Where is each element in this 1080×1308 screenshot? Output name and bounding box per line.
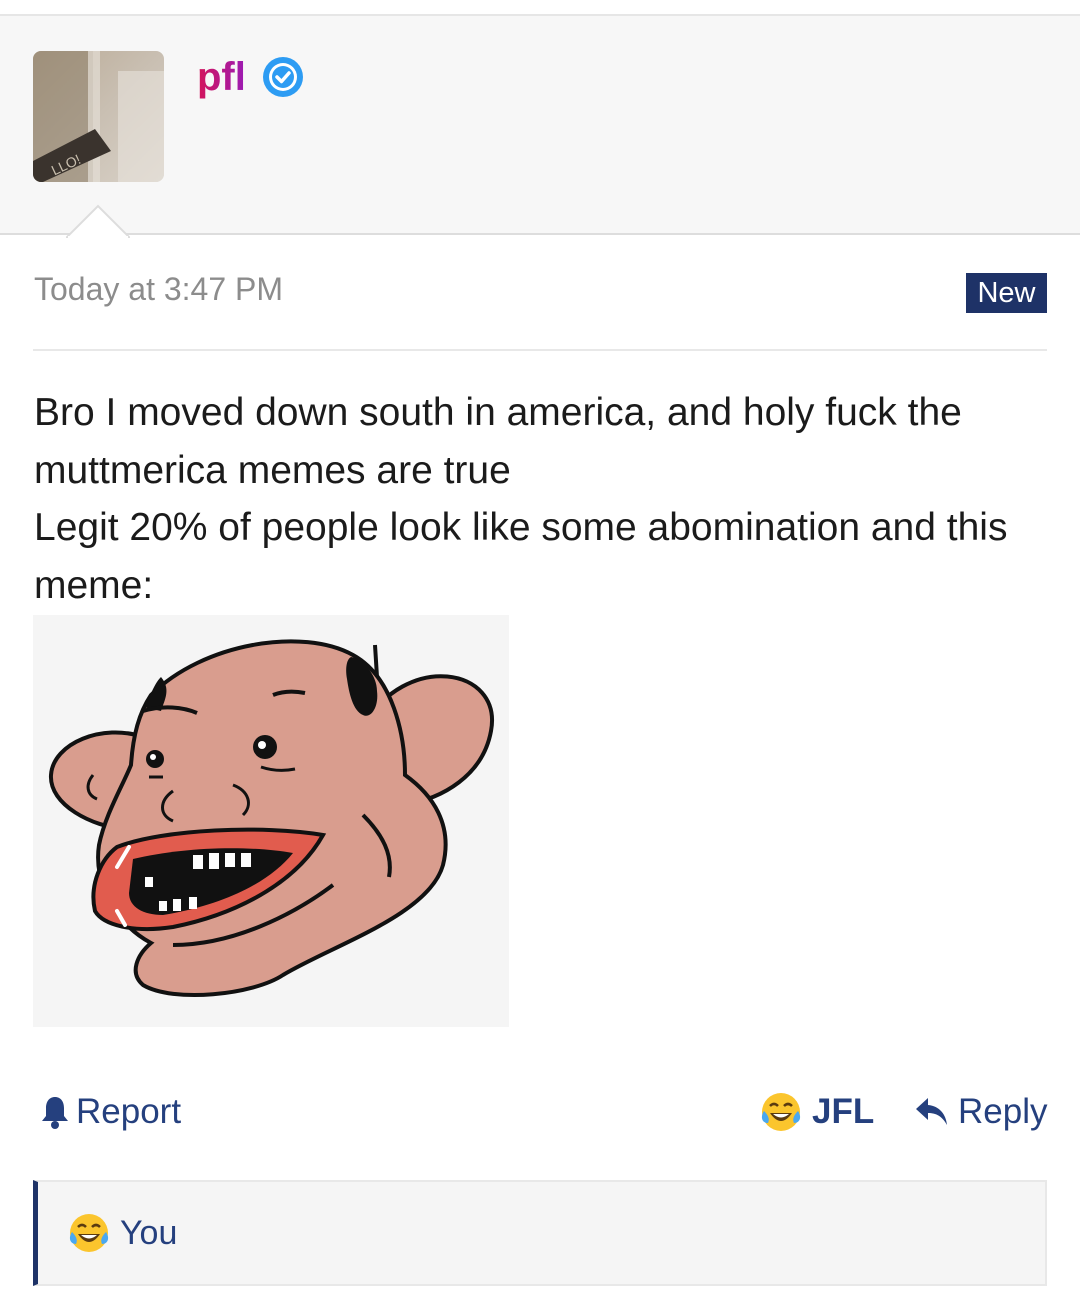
post-image[interactable] <box>33 615 509 1027</box>
report-label: Report <box>76 1092 182 1131</box>
laughing-crying-emoji <box>69 1214 109 1252</box>
divider <box>33 349 1047 351</box>
avatar-photo: LLO! <box>33 51 164 182</box>
reply-arrow-icon <box>916 1098 947 1125</box>
post-paragraph: Legit 20% of people look like some abomi… <box>34 506 1008 607</box>
post-author-header: LLO! pfl <box>0 14 1080 235</box>
reactions-summary[interactable]: You <box>33 1180 1047 1286</box>
username-text: pfl <box>197 55 246 99</box>
reply-button[interactable]: Reply <box>914 1090 1047 1134</box>
header-pointer-arrow <box>66 204 130 238</box>
post-paragraph: Bro I moved down south in america, and h… <box>34 391 962 492</box>
verified-check-icon <box>263 57 303 97</box>
reaction-label: JFL <box>812 1092 875 1131</box>
new-badge: New <box>966 273 1047 313</box>
bell-icon <box>42 1097 68 1129</box>
mutt-face-meme <box>48 639 494 998</box>
report-button[interactable]: Report <box>40 1090 181 1134</box>
reaction-button[interactable]: JFL <box>760 1090 874 1134</box>
reactions-user[interactable]: You <box>120 1214 177 1253</box>
post-timestamp[interactable]: Today at 3:47 PM <box>34 271 283 308</box>
reply-label: Reply <box>958 1092 1048 1131</box>
avatar[interactable]: LLO! <box>33 51 164 182</box>
username[interactable]: pfl <box>197 54 257 108</box>
post-body: Bro I moved down south in america, and h… <box>34 384 1044 614</box>
laughing-crying-emoji <box>761 1093 801 1131</box>
